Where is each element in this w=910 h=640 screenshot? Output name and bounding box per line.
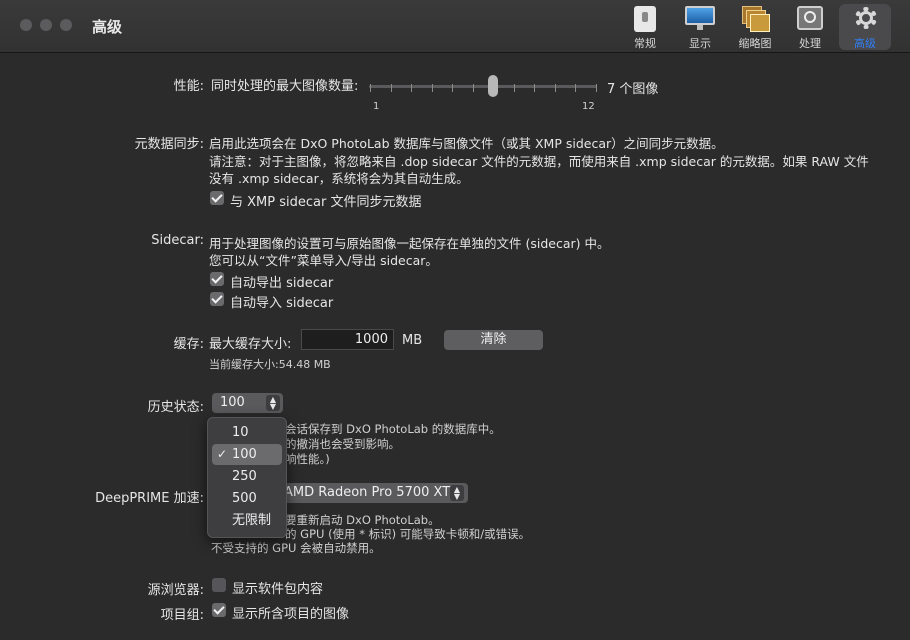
- monitor-icon: [685, 6, 715, 32]
- thumbnails-icon: [740, 6, 770, 32]
- metadata-line1: 启用此选项会在 DxO PhotoLab 数据库与图像文件（或其 XMP sid…: [209, 136, 724, 151]
- history-option-10[interactable]: 10: [212, 422, 282, 443]
- source-browser-label: 源浏览器:: [147, 583, 204, 598]
- show-package-contents-checkbox[interactable]: [212, 578, 226, 592]
- xmp-sync-checkbox[interactable]: [210, 191, 224, 205]
- toolbar-thumbnails-label: 缩略图: [738, 37, 772, 50]
- chevron-updown-icon: ▲ ▼: [450, 485, 464, 501]
- processing-icon: [795, 6, 825, 32]
- toolbar-display[interactable]: 显示: [676, 4, 724, 50]
- history-note1: 会话保存到 DxO PhotoLab 的数据库中。: [285, 422, 501, 436]
- history-option-label: 无限制: [232, 513, 272, 528]
- toolbar-advanced-label: 高级: [854, 37, 876, 50]
- toolbar-thumbnails[interactable]: 缩略图: [731, 4, 779, 50]
- slider-tick: [513, 84, 515, 92]
- history-popup[interactable]: 100 ▲ ▼: [212, 393, 283, 413]
- show-package-contents-label: 显示软件包内容: [232, 582, 324, 597]
- cache-current: 当前缓存大小:54.48 MB: [209, 358, 331, 371]
- export-sidecar-label: 自动导出 sidecar: [230, 276, 334, 291]
- toolbar-display-label: 显示: [689, 37, 711, 50]
- slider-min-label: 1: [373, 101, 380, 112]
- deepprime-label: DeepPRIME 加速:: [95, 491, 204, 506]
- zoom-button[interactable]: [60, 19, 72, 31]
- cache-label: 缓存:: [173, 337, 204, 352]
- slider-max-label: 12: [582, 101, 595, 112]
- history-option-500[interactable]: 500: [212, 488, 282, 509]
- history-dropdown-menu: 10 ✓ 100 250 500 无限制: [207, 417, 287, 538]
- toolbar-processing[interactable]: 处理: [786, 4, 834, 50]
- slider-tick: [472, 84, 474, 92]
- show-project-images-checkbox[interactable]: [212, 603, 226, 617]
- history-option-label: 100: [232, 447, 257, 462]
- slider-tick: [431, 84, 433, 92]
- history-option-label: 10: [232, 425, 249, 440]
- slider-tick: [534, 84, 536, 92]
- deepprime-popup[interactable]: AMD Radeon Pro 5700 XT) ▲ ▼: [258, 483, 468, 503]
- clear-cache-button[interactable]: 清除: [444, 330, 543, 350]
- title-bar: 高级 常规 显示 缩略图 处理 高级: [0, 0, 910, 53]
- slider-tick: [452, 84, 454, 92]
- toolbar-general[interactable]: 常规: [621, 4, 669, 50]
- toolbar-advanced[interactable]: 高级: [839, 4, 891, 50]
- toolbar-general-label: 常规: [634, 37, 656, 50]
- slider-tick: [370, 84, 371, 92]
- history-note2: 的撤消也会受到影响。: [285, 437, 400, 451]
- performance-text: 同时处理的最大图像数量:: [211, 79, 359, 94]
- minimize-button[interactable]: [40, 19, 52, 31]
- deepprime-popup-value: AMD Radeon Pro 5700 XT): [284, 485, 456, 500]
- history-option-label: 250: [232, 469, 257, 484]
- history-option-100[interactable]: ✓ 100: [212, 444, 282, 465]
- sidecar-label: Sidecar:: [151, 233, 204, 248]
- cache-unit: MB: [402, 333, 423, 348]
- export-sidecar-checkbox[interactable]: [210, 272, 224, 286]
- slider-tick: [596, 84, 597, 92]
- deepprime-note3: 不受支持的 GPU 会被自动禁用。: [211, 541, 381, 555]
- toolbar-processing-label: 处理: [799, 37, 821, 50]
- history-option-label: 500: [232, 491, 257, 506]
- history-option-250[interactable]: 250: [212, 466, 282, 487]
- checkmark-icon: ✓: [217, 447, 228, 461]
- history-option-unlimited[interactable]: 无限制: [212, 510, 282, 531]
- performance-slider-thumb[interactable]: [488, 75, 499, 97]
- window-title: 高级: [92, 18, 123, 36]
- import-sidecar-checkbox[interactable]: [210, 292, 224, 306]
- chevron-updown-icon: ▲ ▼: [266, 395, 280, 411]
- slider-tick: [554, 84, 556, 92]
- gear-icon: [850, 6, 880, 32]
- metadata-label: 元数据同步:: [134, 137, 204, 152]
- cache-size-input[interactable]: 1000: [301, 329, 394, 350]
- history-popup-value: 100: [220, 395, 245, 410]
- sidecar-line2: 您可以从“文件”菜单导入/导出 sidecar。: [209, 253, 438, 268]
- close-button[interactable]: [20, 19, 32, 31]
- performance-slider[interactable]: [369, 85, 597, 88]
- history-label: 历史状态:: [147, 400, 204, 415]
- metadata-line3: 没有 .xmp sidecar，系统将会为其自动生成。: [209, 171, 469, 186]
- slider-tick: [390, 84, 392, 92]
- xmp-sync-label: 与 XMP sidecar 文件同步元数据: [230, 195, 422, 210]
- import-sidecar-label: 自动导入 sidecar: [230, 296, 334, 311]
- performance-value: 7 个图像: [607, 82, 659, 97]
- slider-tick: [411, 84, 413, 92]
- performance-label: 性能:: [173, 79, 204, 94]
- project-group-label: 项目组:: [160, 608, 204, 623]
- general-switch-icon: [630, 6, 660, 32]
- slider-tick: [575, 84, 577, 92]
- cache-text: 最大缓存大小:: [209, 337, 292, 352]
- history-note3: 响性能。): [285, 452, 330, 466]
- show-project-images-label: 显示所含项目的图像: [232, 607, 350, 622]
